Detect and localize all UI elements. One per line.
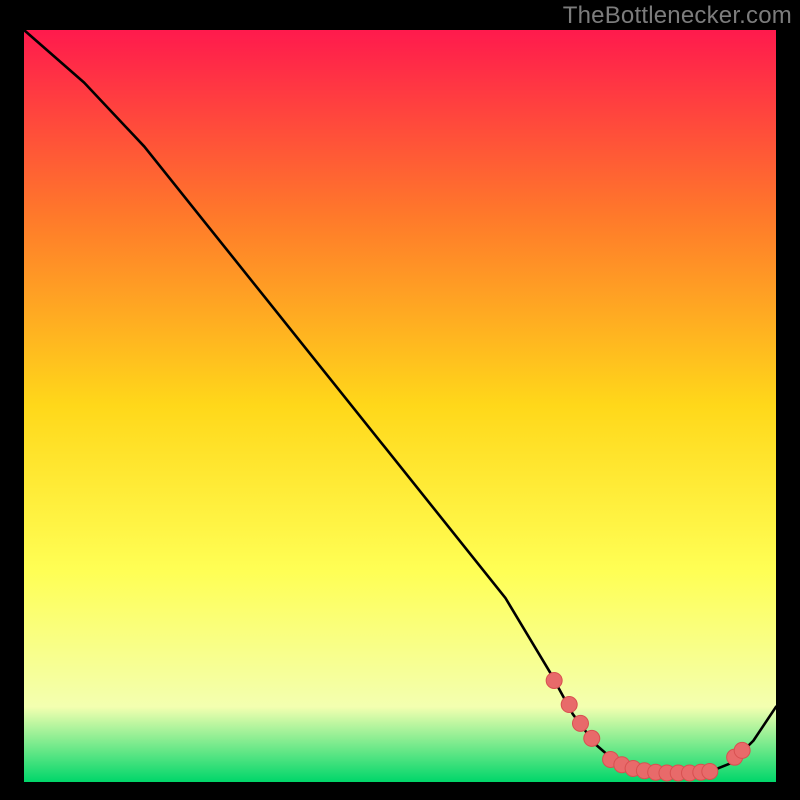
marker-point: [561, 697, 577, 713]
chart-frame: TheBottlenecker.com: [0, 0, 800, 800]
marker-point: [572, 715, 588, 731]
marker-point: [546, 672, 562, 688]
marker-point: [734, 742, 750, 758]
gradient-background: [24, 30, 776, 782]
plot-area: [24, 30, 776, 782]
plot-svg: [24, 30, 776, 782]
marker-point: [584, 730, 600, 746]
marker-point: [702, 763, 718, 779]
watermark-text: TheBottlenecker.com: [563, 2, 792, 30]
